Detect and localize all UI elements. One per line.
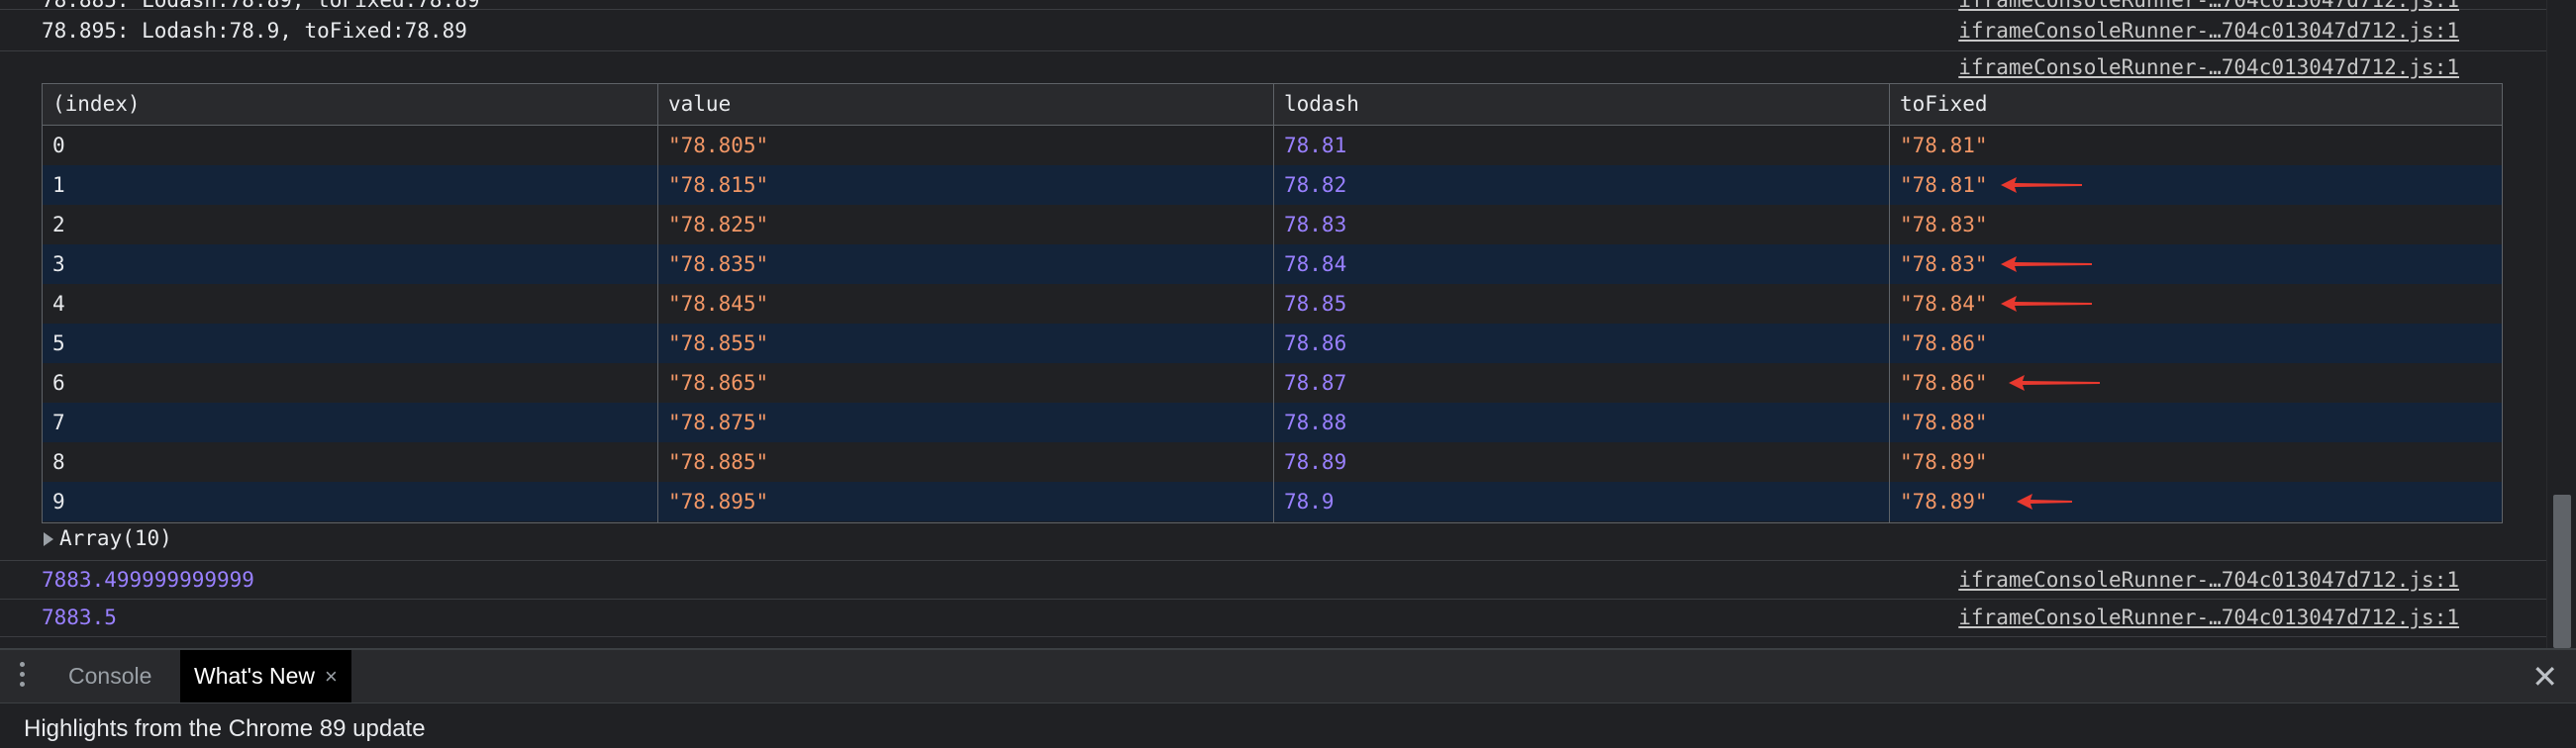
cell-lodash: 78.81 (1284, 134, 1347, 157)
array-label: Array(10) (59, 526, 172, 550)
cell-index: 2 (52, 213, 65, 236)
table-header: (index) value lodash toFixed (43, 84, 2502, 126)
cell-lodash: 78.85 (1284, 292, 1347, 316)
tab-label: What's New (194, 663, 315, 689)
cell-index: 7 (52, 411, 65, 434)
red-arrow-icon (2017, 494, 2072, 510)
tab-console[interactable]: Console (54, 650, 165, 702)
cell-lodash: 78.84 (1284, 252, 1347, 276)
cell-lodash: 78.88 (1284, 411, 1347, 434)
table-row: 9 "78.895" 78.9 "78.89" (43, 482, 2502, 521)
kebab-menu-icon[interactable] (20, 662, 28, 692)
source-link[interactable]: iframeConsoleRunner-…704c013047d712.js:1 (1958, 606, 2459, 629)
cell-value: "78.835" (668, 252, 769, 276)
cell-value: "78.805" (668, 134, 769, 157)
source-link[interactable]: iframeConsoleRunner-…704c013047d712.js:1 (1958, 19, 2459, 43)
source-link[interactable]: iframeConsoleRunner-…704c013047d712.js:1 (1958, 55, 2459, 79)
devtools-window: 78.885: Lodash:78.89, toFixed:78.89 ifra… (0, 0, 2576, 748)
console-output: 78.885: Lodash:78.89, toFixed:78.89 ifra… (0, 0, 2546, 648)
close-icon[interactable]: × (325, 664, 338, 689)
header-value[interactable]: value (658, 84, 1274, 125)
cell-tofixed: "78.89" (1900, 490, 1988, 514)
cell-tofixed: "78.83" (1900, 213, 1988, 236)
table-row: 0 "78.805" 78.81 "78.81" (43, 126, 2502, 165)
log-row: 7883.499999999999 iframeConsoleRunner-…7… (0, 561, 2546, 600)
cell-lodash: 78.82 (1284, 173, 1347, 197)
cell-value: "78.865" (668, 371, 769, 395)
cell-lodash: 78.83 (1284, 213, 1347, 236)
column-divider (657, 84, 658, 522)
table-row: 6 "78.865" 78.87 "78.86" (43, 363, 2502, 403)
table-row: 3 "78.835" 78.84 "78.83" (43, 244, 2502, 284)
cell-tofixed: "78.86" (1900, 371, 1988, 395)
cell-tofixed: "78.83" (1900, 252, 1988, 276)
cell-value: "78.825" (668, 213, 769, 236)
drawer-panel: Console What's New × ✕ Highlights from th… (0, 648, 2576, 748)
console-scrollbar[interactable] (2546, 0, 2576, 648)
whats-new-headline: Highlights from the Chrome 89 update (24, 715, 426, 742)
cell-tofixed: "78.88" (1900, 411, 1988, 434)
cell-lodash: 78.87 (1284, 371, 1347, 395)
red-arrow-icon (2001, 177, 2082, 193)
red-arrow-icon (2001, 296, 2092, 312)
cell-index: 3 (52, 252, 65, 276)
log-row: 78.895: Lodash:78.9, toFixed:78.89 ifram… (0, 10, 2546, 51)
cell-value: "78.855" (668, 331, 769, 355)
cell-value: "78.885" (668, 450, 769, 474)
header-index[interactable]: (index) (43, 84, 658, 125)
red-arrow-icon (2009, 375, 2100, 391)
cell-tofixed: "78.86" (1900, 331, 1988, 355)
triangle-right-icon[interactable] (44, 532, 53, 546)
table-row: 5 "78.855" 78.86 "78.86" (43, 324, 2502, 363)
table-row: 1 "78.815" 78.82 "78.81" (43, 165, 2502, 205)
console-table: (index) value lodash toFixed 0 "78.805" 78… (42, 83, 2503, 523)
table-row: 2 "78.825" 78.83 "78.83" (43, 205, 2502, 244)
cell-tofixed: "78.81" (1900, 134, 1988, 157)
close-icon[interactable]: ✕ (2531, 659, 2558, 695)
drawer-tabbar: Console What's New × ✕ (0, 650, 2576, 703)
log-row-partial: 78.885: Lodash:78.89, toFixed:78.89 ifra… (0, 0, 2546, 12)
cell-tofixed: "78.81" (1900, 173, 1988, 197)
scrollbar-thumb[interactable] (2553, 495, 2571, 648)
tab-whats-new[interactable]: What's New × (180, 650, 351, 702)
cell-lodash: 78.9 (1284, 490, 1335, 514)
cell-lodash: 78.86 (1284, 331, 1347, 355)
cell-value: "78.845" (668, 292, 769, 316)
cell-tofixed: "78.84" (1900, 292, 1988, 316)
cell-index: 4 (52, 292, 65, 316)
cell-value: "78.895" (668, 490, 769, 514)
cell-index: 1 (52, 173, 65, 197)
table-row: 8 "78.885" 78.89 "78.89" (43, 442, 2502, 482)
log-number: 7883.5 (42, 606, 117, 629)
red-arrow-icon (2001, 256, 2092, 272)
cell-index: 8 (52, 450, 65, 474)
column-divider (1889, 84, 1890, 522)
table-row: 7 "78.875" 78.88 "78.88" (43, 403, 2502, 442)
cell-tofixed: "78.89" (1900, 450, 1988, 474)
column-divider (1273, 84, 1274, 522)
cell-index: 9 (52, 490, 65, 514)
array-expander[interactable]: Array(10) (44, 526, 172, 556)
header-lodash[interactable]: lodash (1274, 84, 1890, 125)
log-message: 78.895: Lodash:78.9, toFixed:78.89 (42, 19, 467, 43)
log-number: 7883.499999999999 (42, 568, 254, 592)
cell-index: 6 (52, 371, 65, 395)
cell-value: "78.815" (668, 173, 769, 197)
tab-label: Console (68, 663, 152, 689)
cell-lodash: 78.89 (1284, 450, 1347, 474)
log-row: 7883.5 iframeConsoleRunner-…704c013047d7… (0, 600, 2546, 637)
cell-index: 5 (52, 331, 65, 355)
source-link[interactable]: iframeConsoleRunner-…704c013047d712.js:1 (1958, 568, 2459, 592)
header-tofixed[interactable]: toFixed (1890, 84, 2504, 125)
cell-value: "78.875" (668, 411, 769, 434)
cell-index: 0 (52, 134, 65, 157)
table-row: 4 "78.845" 78.85 "78.84" (43, 284, 2502, 324)
